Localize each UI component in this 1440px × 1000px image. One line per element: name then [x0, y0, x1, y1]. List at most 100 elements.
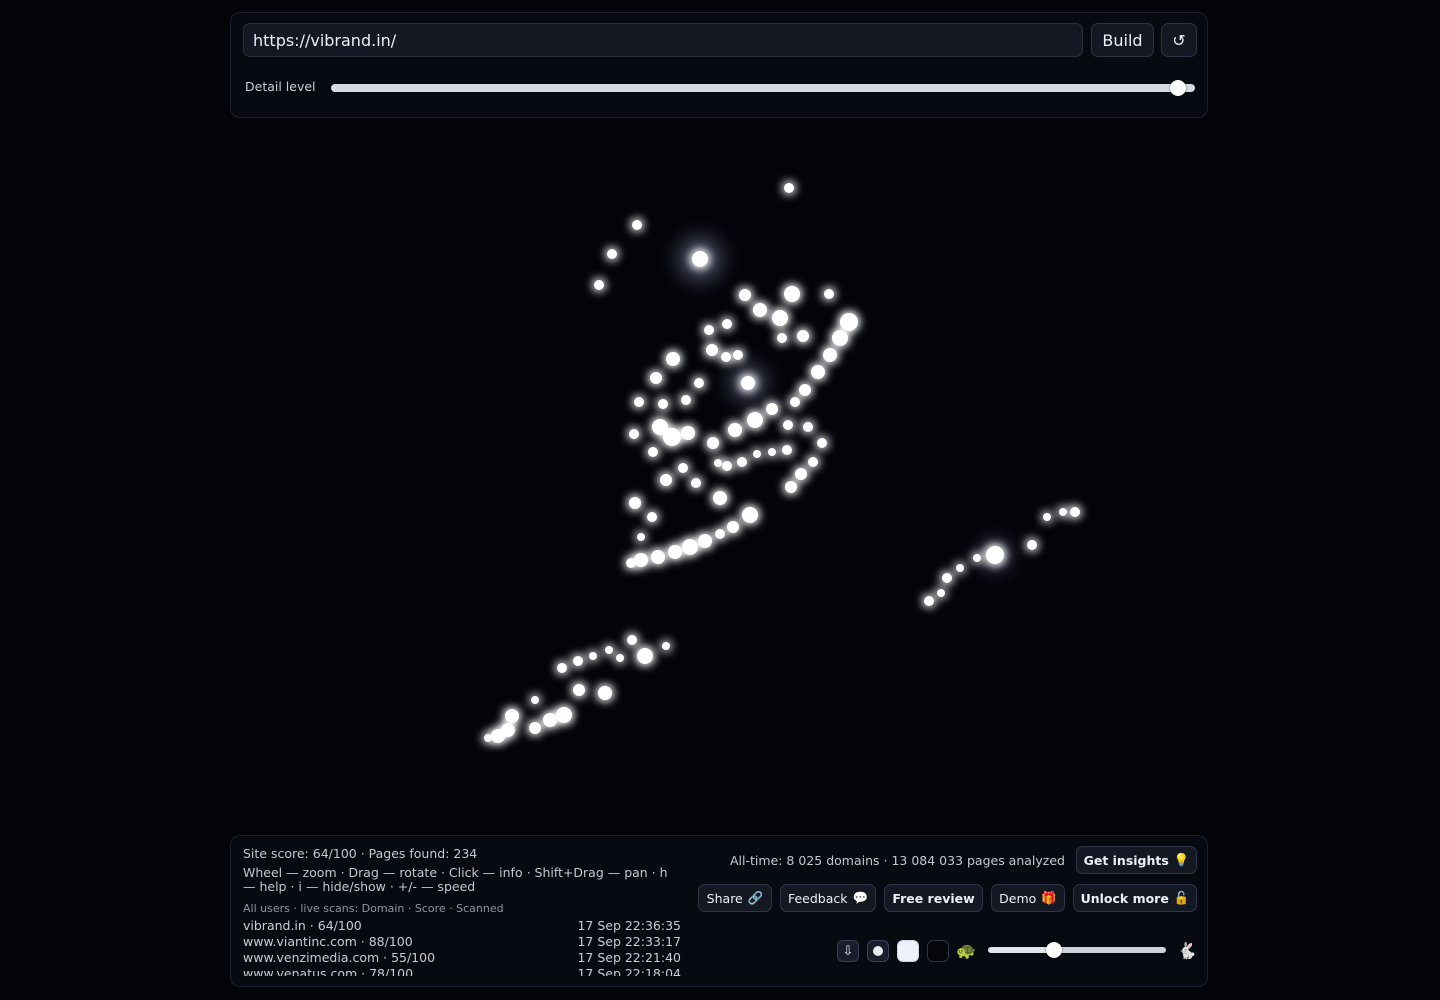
graph-node[interactable] [790, 397, 800, 407]
graph-node[interactable] [973, 554, 981, 562]
graph-node[interactable] [823, 348, 837, 362]
graph-node[interactable] [650, 372, 662, 384]
graph-node[interactable] [637, 533, 645, 541]
graph-node[interactable] [691, 478, 701, 488]
graph-node[interactable] [668, 545, 682, 559]
graph-node[interactable] [808, 457, 818, 467]
graph-node[interactable] [682, 539, 698, 555]
graph-node[interactable] [733, 350, 743, 360]
graph-node[interactable] [742, 507, 758, 523]
graph-node[interactable] [573, 656, 583, 666]
graph-node[interactable] [589, 652, 597, 660]
graph-node[interactable] [607, 249, 617, 259]
graph-node[interactable] [727, 521, 739, 533]
demo-button[interactable]: Demo 🎁 [991, 884, 1065, 912]
graph-node[interactable] [782, 445, 792, 455]
graph-node[interactable] [1043, 513, 1051, 521]
graph-node[interactable] [783, 420, 793, 430]
graph-node[interactable] [651, 550, 665, 564]
graph-node[interactable] [634, 553, 648, 567]
graph-node[interactable] [557, 663, 567, 673]
graph-node[interactable] [632, 220, 642, 230]
graph-node[interactable] [956, 564, 964, 572]
graph-node[interactable] [594, 280, 604, 290]
feed-row[interactable]: www.venzimedia.com · 55/100 17 Sep 22:21… [243, 950, 681, 966]
graph-node[interactable] [797, 330, 809, 342]
graph-node[interactable] [937, 589, 945, 597]
speed-slider-thumb[interactable] [1045, 942, 1062, 958]
graph-node[interactable] [737, 457, 747, 467]
graph-node[interactable] [681, 395, 691, 405]
graph-node[interactable] [811, 365, 825, 379]
graph-node[interactable] [692, 251, 708, 267]
graph-node[interactable] [924, 596, 934, 606]
graph-node[interactable] [531, 696, 539, 704]
graph-node[interactable] [715, 529, 725, 539]
graph-node[interactable] [986, 546, 1004, 564]
build-button[interactable]: Build [1091, 23, 1154, 57]
graph-node[interactable] [529, 722, 541, 734]
graph-node[interactable] [626, 558, 636, 568]
graph-node[interactable] [634, 397, 644, 407]
graph-node[interactable] [629, 497, 641, 509]
graph-node[interactable] [1059, 508, 1067, 516]
feed-row[interactable]: www.venatus.com · 78/100 17 Sep 22:18:04 [243, 966, 681, 976]
graph-node[interactable] [824, 289, 834, 299]
speed-slider[interactable] [988, 942, 1166, 958]
graph-node[interactable] [605, 646, 613, 654]
graph-node[interactable] [637, 648, 653, 664]
graph-node[interactable] [681, 426, 695, 440]
graph-node[interactable] [658, 399, 668, 409]
graph-node[interactable] [616, 654, 624, 662]
graph-node[interactable] [766, 403, 778, 415]
site-graph-visualization[interactable] [0, 125, 1440, 830]
graph-node[interactable] [1070, 507, 1080, 517]
graph-node[interactable] [678, 463, 688, 473]
node-size-toggle-button[interactable] [867, 940, 889, 962]
graph-node[interactable] [491, 729, 505, 743]
graph-node[interactable] [573, 684, 585, 696]
graph-node[interactable] [647, 512, 657, 522]
graph-node[interactable] [648, 447, 658, 457]
graph-node[interactable] [840, 313, 858, 331]
graph-node[interactable] [663, 428, 681, 446]
reload-button[interactable]: ↺ [1161, 23, 1197, 57]
graph-node[interactable] [753, 450, 761, 458]
graph-node[interactable] [666, 352, 680, 366]
graph-node[interactable] [722, 319, 732, 329]
graph-node[interactable] [799, 384, 811, 396]
graph-node[interactable] [707, 437, 719, 449]
graph-node[interactable] [753, 303, 767, 317]
graph-node[interactable] [505, 709, 519, 723]
download-button[interactable]: ⇩ [837, 940, 859, 962]
graph-node[interactable] [741, 376, 755, 390]
graph-node[interactable] [772, 310, 788, 326]
dark-theme-button[interactable] [927, 940, 949, 962]
graph-node[interactable] [739, 289, 751, 301]
detail-level-slider-thumb[interactable] [1169, 80, 1186, 96]
feed-row[interactable]: www.viantinc.com · 88/100 17 Sep 22:33:1… [243, 934, 681, 950]
graph-node[interactable] [543, 713, 557, 727]
graph-node[interactable] [662, 642, 670, 650]
url-input[interactable] [243, 23, 1083, 57]
graph-node[interactable] [768, 448, 776, 456]
light-theme-button[interactable] [897, 940, 919, 962]
graph-node[interactable] [704, 325, 714, 335]
graph-node[interactable] [556, 707, 572, 723]
graph-node[interactable] [785, 481, 797, 493]
graph-node[interactable] [784, 183, 794, 193]
graph-node[interactable] [832, 330, 848, 346]
graph-node[interactable] [698, 534, 712, 548]
share-button[interactable]: Share 🔗 [698, 884, 772, 912]
graph-node[interactable] [706, 344, 718, 356]
graph-node[interactable] [803, 422, 813, 432]
graph-node[interactable] [777, 333, 787, 343]
graph-node[interactable] [817, 438, 827, 448]
graph-node[interactable] [795, 468, 807, 480]
unlock-more-button[interactable]: Unlock more 🔓 [1073, 884, 1197, 912]
graph-node[interactable] [629, 429, 639, 439]
free-review-button[interactable]: Free review [884, 884, 983, 912]
graph-node[interactable] [660, 474, 672, 486]
graph-node[interactable] [721, 352, 731, 362]
feedback-button[interactable]: Feedback 💬 [780, 884, 876, 912]
